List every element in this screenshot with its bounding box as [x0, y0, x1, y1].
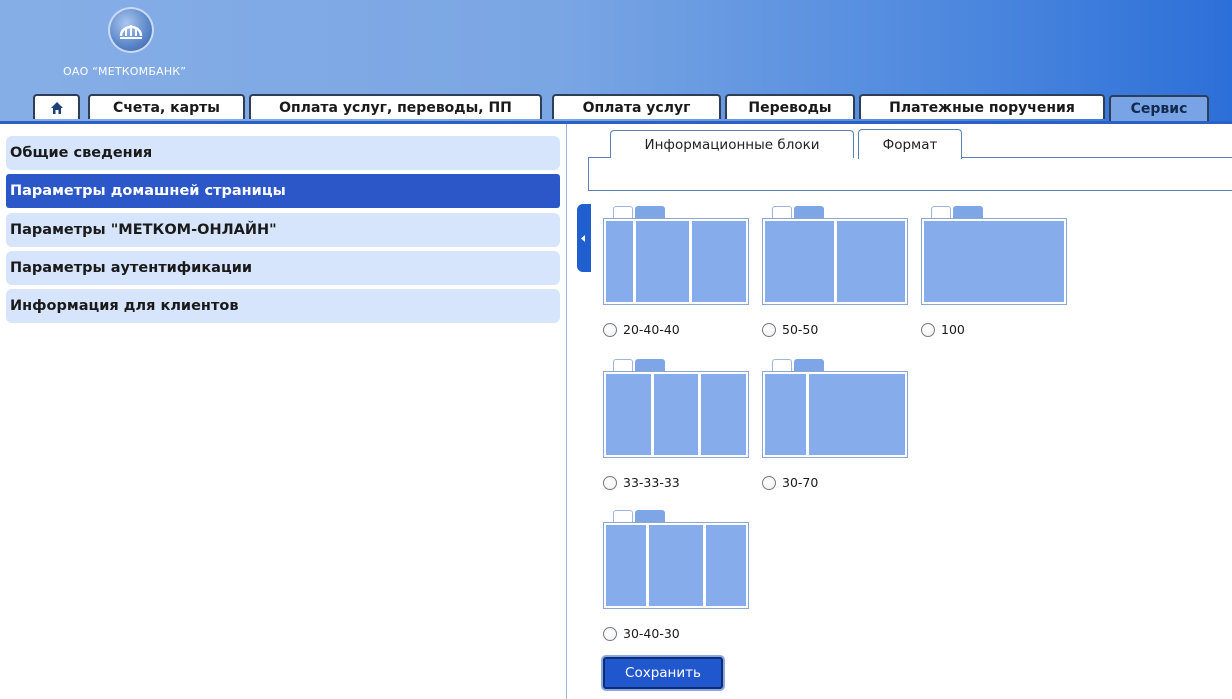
- sidebar-divider: [566, 124, 567, 699]
- radio-button[interactable]: [762, 322, 776, 337]
- chevron-left-icon: [581, 235, 585, 242]
- radio-button[interactable]: [603, 626, 617, 641]
- panel-frame-left: [588, 157, 589, 190]
- tab-service[interactable]: Сервис: [1109, 95, 1209, 121]
- tab-payments-transfers[interactable]: Оплата услуг, переводы, ПП: [249, 94, 542, 119]
- layout-radio-20-40-40[interactable]: 20-40-40: [603, 322, 680, 337]
- subtab-baseline: [962, 157, 1232, 158]
- layout-radio-100[interactable]: 100: [921, 322, 965, 337]
- sidebar-item-metkom-online-params[interactable]: Параметры "МЕТКОМ-ОНЛАЙН": [6, 213, 560, 247]
- sidebar-item-general-info[interactable]: Общие сведения: [6, 136, 560, 170]
- layout-label: 30-40-30: [623, 626, 680, 641]
- layout-preview: [603, 206, 749, 306]
- bank-logo-emblem-icon: [108, 7, 154, 53]
- app-header: ОАО “МЕТКОМБАНК” Счета, карты Оплата усл…: [0, 0, 1232, 121]
- subtab-baseline: [588, 157, 610, 158]
- layout-preview: [603, 359, 749, 459]
- layout-label: 30-70: [782, 475, 819, 490]
- sidebar: Общие сведения Параметры домашней страни…: [0, 124, 566, 699]
- layout-label: 100: [941, 322, 965, 337]
- save-button[interactable]: Сохранить: [603, 657, 723, 689]
- layout-preview: [603, 510, 749, 610]
- layout-option-20-40-40: 20-40-40: [603, 206, 749, 337]
- tab-accounts-cards[interactable]: Счета, карты: [88, 94, 245, 119]
- radio-button[interactable]: [603, 322, 617, 337]
- tab-format[interactable]: Формат: [858, 129, 962, 159]
- layout-option-100: 100: [921, 206, 1067, 337]
- sidebar-item-home-page-params[interactable]: Параметры домашней страницы: [6, 174, 560, 208]
- layout-label: 50-50: [782, 322, 819, 337]
- bank-logo[interactable]: ОАО “МЕТКОМБАНК”: [0, 0, 240, 95]
- layout-preview: [921, 206, 1067, 306]
- layout-preview: [762, 206, 908, 306]
- tab-payments[interactable]: Оплата услуг: [552, 94, 721, 119]
- panel-frame-divider: [588, 190, 1232, 191]
- layout-option-30-40-30: 30-40-30: [603, 510, 749, 641]
- bank-name: ОАО “МЕТКОМБАНК”: [63, 65, 187, 78]
- layout-label: 33-33-33: [623, 475, 680, 490]
- radio-button[interactable]: [762, 475, 776, 490]
- layout-radio-33-33-33[interactable]: 33-33-33: [603, 475, 680, 490]
- layout-option-50-50: 50-50: [762, 206, 908, 337]
- layout-radio-50-50[interactable]: 50-50: [762, 322, 818, 337]
- layout-label: 20-40-40: [623, 322, 680, 337]
- sidebar-item-authentication-params[interactable]: Параметры аутентификации: [6, 251, 560, 285]
- tab-info-blocks[interactable]: Информационные блоки: [610, 130, 854, 158]
- tab-home[interactable]: [33, 94, 80, 119]
- home-icon: [50, 101, 63, 114]
- layout-option-33-33-33: 33-33-33: [603, 359, 749, 490]
- layout-option-30-70: 30-70: [762, 359, 908, 490]
- sidebar-item-client-info[interactable]: Информация для клиентов: [6, 289, 560, 323]
- main-tabs: Счета, карты Оплата услуг, переводы, ПП …: [0, 94, 1232, 121]
- tab-transfers[interactable]: Переводы: [725, 94, 855, 119]
- radio-button[interactable]: [603, 475, 617, 490]
- layout-preview: [762, 359, 908, 459]
- layout-radio-30-70[interactable]: 30-70: [762, 475, 818, 490]
- layout-radio-30-40-30[interactable]: 30-40-30: [603, 626, 680, 641]
- radio-button[interactable]: [921, 322, 935, 337]
- tab-payment-orders[interactable]: Платежные поручения: [859, 94, 1105, 119]
